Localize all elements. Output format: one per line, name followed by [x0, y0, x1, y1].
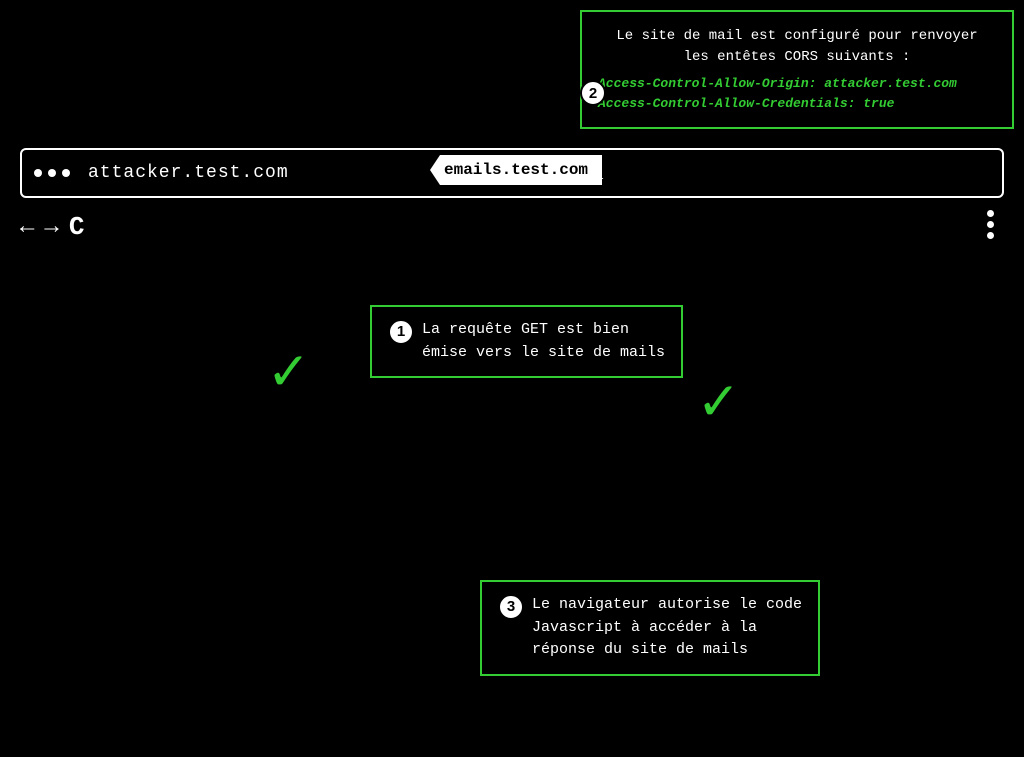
dot-1: [34, 169, 42, 177]
bubble-1: 1: [388, 319, 414, 345]
info-box-3: 3 Le navigateur autorise le codeJavascri…: [480, 580, 820, 676]
dot-2: [48, 169, 56, 177]
info-box-1-text: La requête GET est bienémise vers le sit…: [422, 319, 665, 364]
cors-title: Le site de mail est configuré pour renvo…: [598, 26, 996, 68]
cors-info-box: Le site de mail est configuré pour renvo…: [580, 10, 1014, 129]
cors-title-text: Le site de mail est configuré pour renvo…: [616, 28, 977, 65]
menu-dot-3: [987, 232, 994, 239]
info-box-1: 1 La requête GET est bienémise vers le s…: [370, 305, 683, 378]
bubble-2-label: 2: [589, 85, 597, 102]
arrow-left-icon: ←: [590, 164, 603, 189]
email-site-label: emails.test.com: [444, 161, 588, 179]
menu-dot-2: [987, 221, 994, 228]
cors-header-2: Access-Control-Allow-Credentials: true: [598, 94, 996, 114]
forward-button[interactable]: →: [44, 214, 58, 241]
nav-row: ← → C: [20, 212, 84, 242]
cors-header-1: Access-Control-Allow-Origin: attacker.te…: [598, 74, 996, 94]
info-box-3-text: Le navigateur autorise le codeJavascript…: [532, 594, 802, 662]
refresh-button[interactable]: C: [69, 212, 85, 242]
checkmark-left: ✓: [270, 345, 306, 405]
email-site-tag: emails.test.com: [430, 155, 602, 185]
bubble-3: 3: [498, 594, 524, 620]
three-dots-menu[interactable]: [987, 210, 994, 239]
dot-3: [62, 169, 70, 177]
menu-dot-1: [987, 210, 994, 217]
browser-url[interactable]: attacker.test.com: [88, 163, 289, 183]
browser-dots: [34, 169, 70, 177]
checkmark-right: ✓: [700, 375, 736, 435]
bubble-2: 2: [580, 80, 606, 106]
back-button[interactable]: ←: [20, 214, 34, 241]
